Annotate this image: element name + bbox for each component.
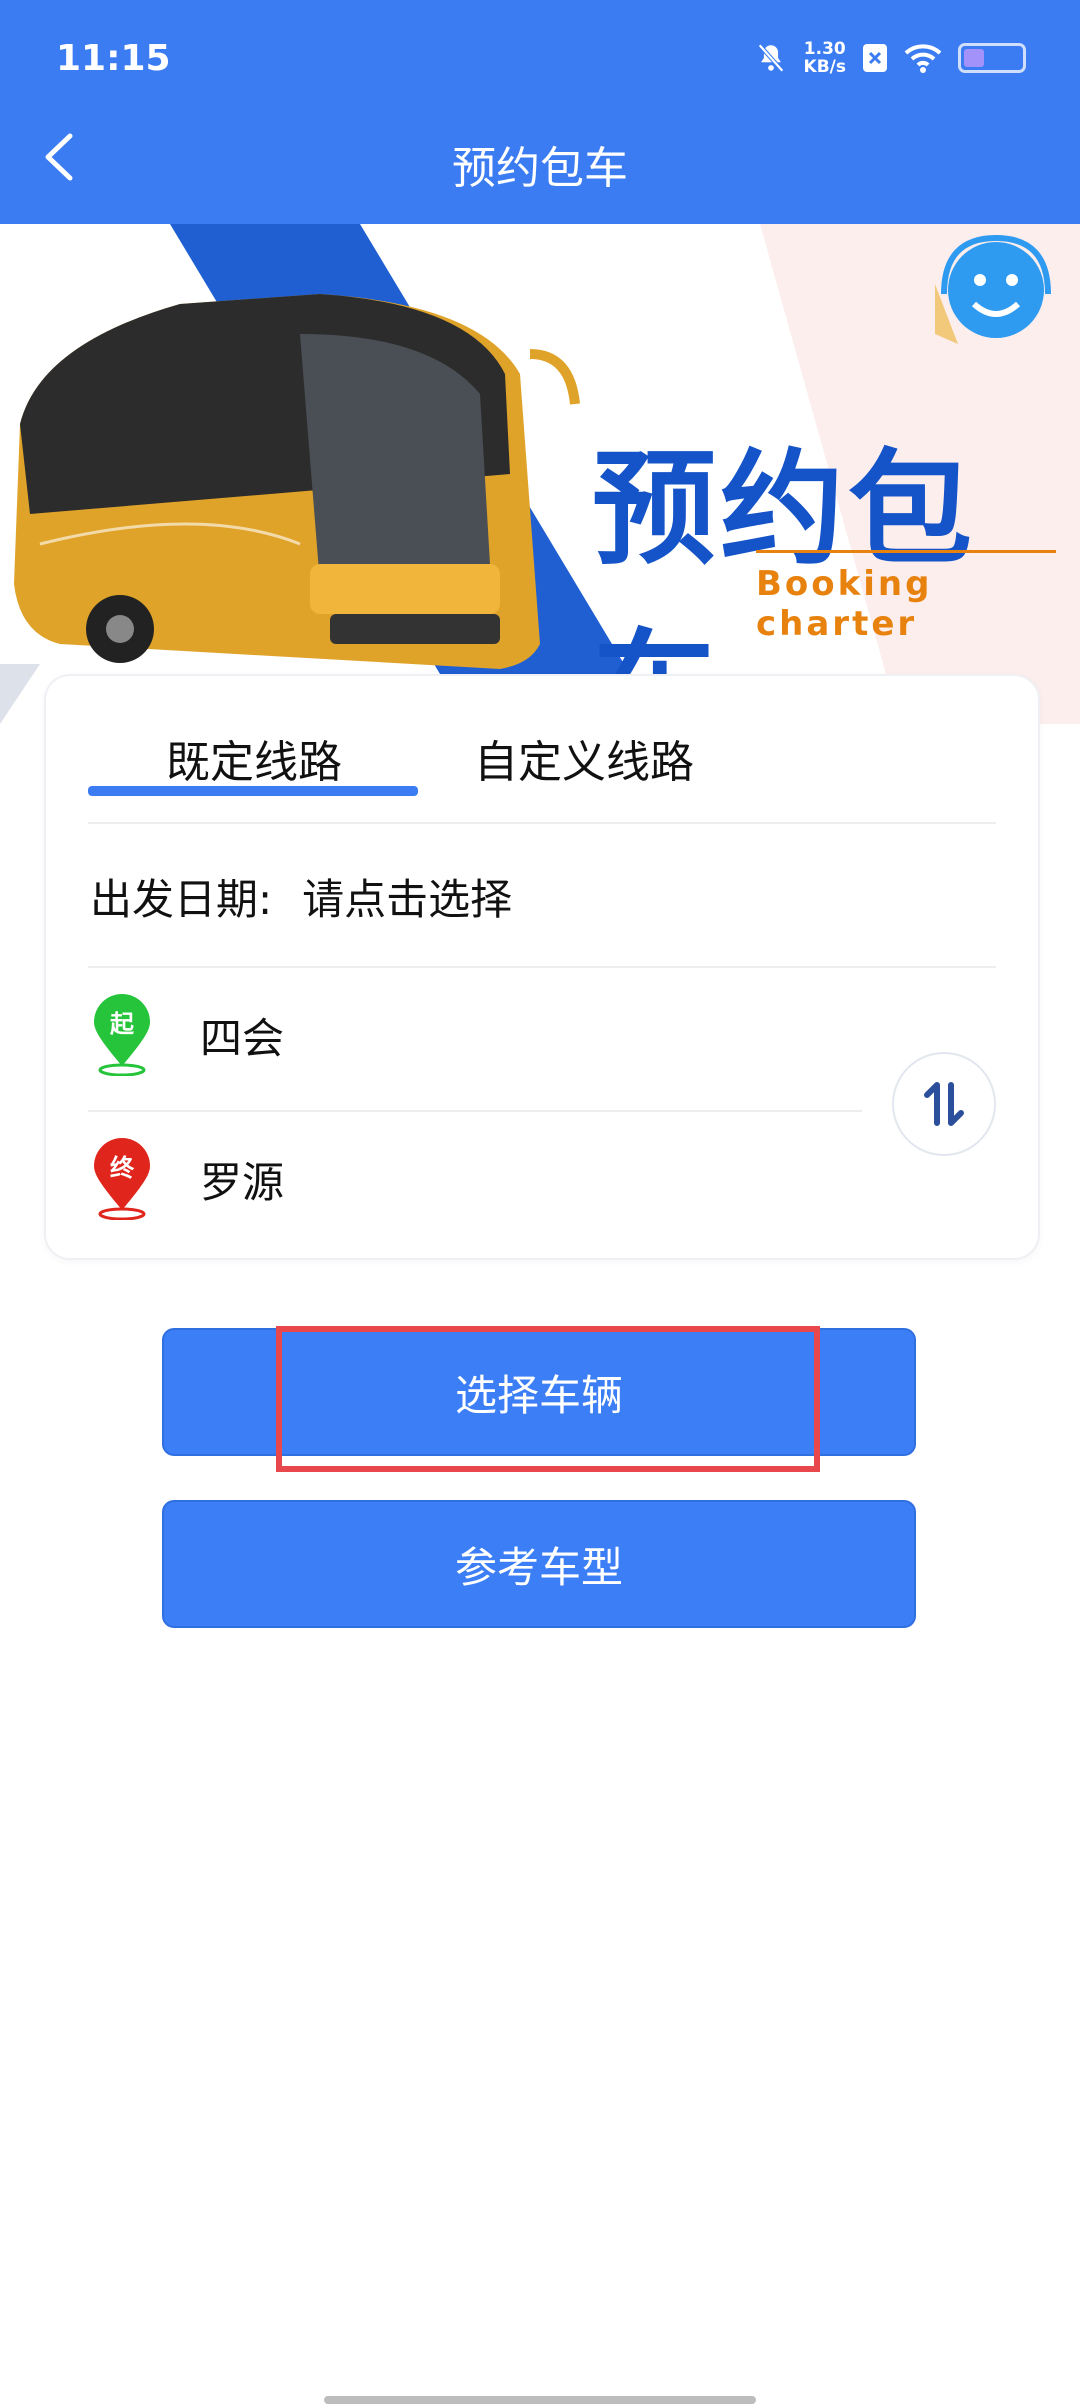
page-title: 预约包车 [452, 143, 628, 194]
home-indicator[interactable] [324, 2396, 756, 2404]
route-card: 既定线路 自定义线路 出发日期: 请点击选择 起 四会 终 罗源 [44, 674, 1040, 1260]
departure-date-value: 请点击选择 [302, 875, 513, 924]
reference-model-button[interactable]: 参考车型 [162, 1500, 916, 1628]
no-sim-icon [863, 44, 887, 72]
departure-date-label: 出发日期: [90, 875, 273, 924]
end-location-name: 罗源 [200, 1157, 285, 1207]
status-time: 11:15 [56, 38, 171, 79]
departure-date-row[interactable]: 出发日期: 请点击选择 [90, 866, 542, 927]
end-location-row[interactable]: 终 罗源 [90, 1138, 284, 1220]
select-vehicle-button[interactable]: 选择车辆 [162, 1328, 916, 1456]
banner-image: 预约包车 Booking charter [0, 224, 1080, 724]
start-location-row[interactable]: 起 四会 [90, 994, 284, 1076]
divider [88, 1110, 862, 1112]
svg-text:终: 终 [110, 1154, 135, 1182]
tab-fixed-route[interactable]: 既定线路 [166, 726, 342, 790]
end-pin-icon: 终 [94, 1138, 150, 1220]
swap-arrows-icon [924, 1082, 964, 1126]
status-icons: 1.30 KB/s [754, 40, 1026, 76]
wifi-icon [904, 44, 942, 73]
start-location-name: 四会 [200, 1013, 285, 1063]
mute-bell-icon [757, 43, 784, 73]
network-speed: 1.30 KB/s [803, 39, 846, 77]
app-header: 11:15 1.30 KB/s 预约包车 [0, 0, 1080, 224]
tab-custom-route[interactable]: 自定义线路 [474, 726, 694, 790]
bus-image [14, 294, 580, 669]
banner-subtitle: Booking charter [756, 564, 933, 644]
active-tab-indicator [88, 786, 418, 796]
start-pin-icon: 起 [94, 994, 150, 1076]
battery-icon [958, 43, 1026, 73]
divider [88, 822, 996, 824]
divider [88, 966, 996, 968]
swap-locations-button[interactable] [892, 1052, 996, 1156]
battery-level [964, 49, 984, 67]
svg-text:起: 起 [109, 1010, 135, 1038]
banner-underline [756, 550, 1056, 553]
